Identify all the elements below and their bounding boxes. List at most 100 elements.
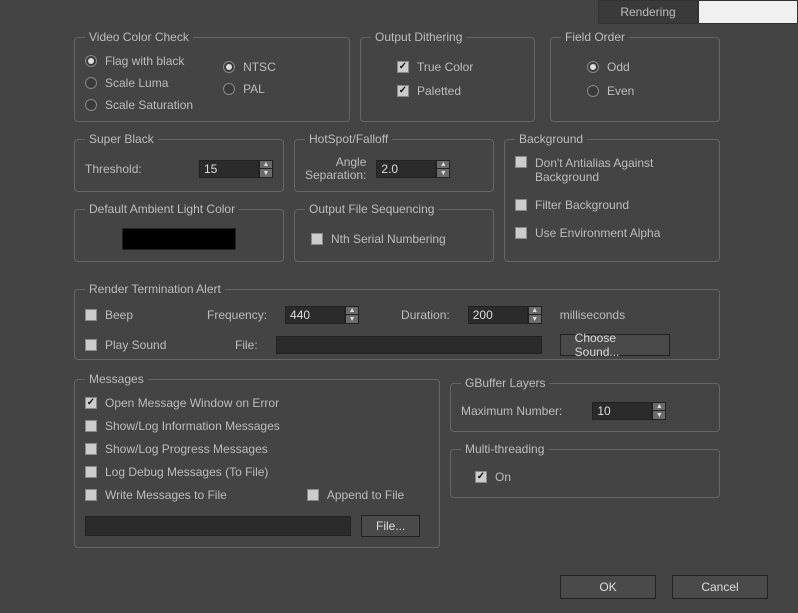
- radio-pal[interactable]: PAL: [223, 82, 276, 96]
- group-video-color-check: Video Color Check Flag with black Scale …: [74, 30, 350, 122]
- check-label: Write Messages to File: [105, 488, 227, 502]
- radio-even[interactable]: Even: [587, 84, 709, 98]
- legend-hotspot: HotSpot/Falloff: [305, 132, 392, 146]
- check-label: On: [495, 470, 511, 484]
- duration-input[interactable]: [468, 306, 528, 324]
- spinner-up-icon[interactable]: ▲: [345, 306, 359, 315]
- check-show-progress[interactable]: Show/Log Progress Messages: [85, 442, 429, 456]
- check-filter-background[interactable]: Filter Background: [515, 198, 709, 212]
- spinner-up-icon[interactable]: ▲: [259, 160, 273, 169]
- check-paletted[interactable]: Paletted: [397, 84, 524, 98]
- check-nth-serial[interactable]: Nth Serial Numbering: [311, 232, 483, 246]
- radio-label: NTSC: [243, 60, 276, 74]
- legend-ambient: Default Ambient Light Color: [85, 202, 239, 216]
- check-use-env-alpha[interactable]: Use Environment Alpha: [515, 226, 709, 240]
- check-label: Beep: [105, 308, 133, 322]
- legend-video-color-check: Video Color Check: [85, 30, 193, 44]
- check-label: Show/Log Progress Messages: [105, 442, 268, 456]
- frequency-input[interactable]: [285, 306, 345, 324]
- spinner-down-icon[interactable]: ▼: [436, 169, 450, 178]
- legend-super-black: Super Black: [85, 132, 158, 146]
- radio-odd[interactable]: Odd: [587, 60, 709, 74]
- check-write-to-file[interactable]: Write Messages to File: [85, 488, 227, 502]
- check-mt-on[interactable]: On: [475, 470, 709, 484]
- check-label: Append to File: [327, 488, 404, 502]
- file-label: File:: [235, 338, 258, 352]
- spinner-up-icon[interactable]: ▲: [652, 402, 666, 411]
- max-number-spinner[interactable]: ▲ ▼: [592, 402, 666, 420]
- check-beep[interactable]: Beep: [85, 308, 185, 322]
- threshold-input[interactable]: [199, 160, 259, 178]
- check-label: Show/Log Information Messages: [105, 419, 280, 433]
- spinner-up-icon[interactable]: ▲: [436, 160, 450, 169]
- frequency-label: Frequency:: [207, 308, 267, 322]
- ok-button[interactable]: OK: [560, 575, 656, 599]
- legend-messages: Messages: [85, 372, 148, 386]
- radio-label: Scale Luma: [105, 76, 168, 90]
- radio-label: PAL: [243, 82, 265, 96]
- max-number-input[interactable]: [592, 402, 652, 420]
- duration-label: Duration:: [401, 308, 450, 322]
- radio-label: Flag with black: [105, 54, 184, 68]
- legend-output-dithering: Output Dithering: [371, 30, 466, 44]
- angle-sep-input[interactable]: [376, 160, 436, 178]
- check-play-sound[interactable]: Play Sound: [85, 338, 185, 352]
- sound-file-input[interactable]: [276, 336, 542, 354]
- check-label: Play Sound: [105, 338, 166, 352]
- legend-rta: Render Termination Alert: [85, 282, 225, 296]
- check-dont-antialias[interactable]: Don't Antialias Against Background: [515, 156, 709, 184]
- check-label: Nth Serial Numbering: [331, 232, 446, 246]
- threshold-spinner[interactable]: ▲ ▼: [199, 160, 273, 178]
- spinner-down-icon[interactable]: ▼: [259, 169, 273, 178]
- radio-scale-saturation[interactable]: Scale Saturation: [85, 98, 193, 112]
- group-background: Background Don't Antialias Against Backg…: [504, 132, 720, 262]
- ambient-color-swatch[interactable]: [122, 228, 236, 250]
- group-ambient-color: Default Ambient Light Color: [74, 202, 284, 262]
- check-open-on-error[interactable]: Open Message Window on Error: [85, 396, 429, 410]
- check-label: Open Message Window on Error: [105, 396, 279, 410]
- legend-mt: Multi-threading: [461, 442, 548, 456]
- group-output-dithering: Output Dithering True Color Paletted: [360, 30, 535, 122]
- check-label: Use Environment Alpha: [535, 226, 660, 240]
- group-super-black: Super Black Threshold: ▲ ▼: [74, 132, 284, 192]
- group-field-order: Field Order Odd Even: [550, 30, 720, 122]
- tab-other[interactable]: [698, 0, 798, 24]
- messages-file-button[interactable]: File...: [361, 515, 420, 537]
- spinner-down-icon[interactable]: ▼: [345, 315, 359, 324]
- radio-ntsc[interactable]: NTSC: [223, 60, 276, 74]
- legend-field-order: Field Order: [561, 30, 629, 44]
- legend-background: Background: [515, 132, 587, 146]
- legend-ofs: Output File Sequencing: [305, 202, 438, 216]
- radio-flag-with-black[interactable]: Flag with black: [85, 54, 193, 68]
- radio-label: Odd: [607, 60, 630, 74]
- group-multi-threading: Multi-threading On: [450, 442, 720, 498]
- choose-sound-button[interactable]: Choose Sound...: [560, 334, 670, 356]
- check-label: True Color: [417, 60, 473, 74]
- spinner-down-icon[interactable]: ▼: [528, 315, 542, 324]
- spinner-up-icon[interactable]: ▲: [528, 306, 542, 315]
- radio-scale-luma[interactable]: Scale Luma: [85, 76, 193, 90]
- messages-file-input[interactable]: [85, 516, 351, 536]
- check-append-to-file[interactable]: Append to File: [307, 488, 404, 502]
- group-hotspot-falloff: HotSpot/Falloff Angle Separation: ▲ ▼: [294, 132, 494, 192]
- duration-spinner[interactable]: ▲ ▼: [468, 306, 542, 324]
- group-render-termination-alert: Render Termination Alert Beep Frequency:…: [74, 282, 720, 360]
- frequency-spinner[interactable]: ▲ ▼: [285, 306, 359, 324]
- check-label: Log Debug Messages (To File): [105, 465, 268, 479]
- check-label: Don't Antialias Against Background: [535, 156, 695, 184]
- angle-sep-spinner[interactable]: ▲ ▼: [376, 160, 450, 178]
- spinner-down-icon[interactable]: ▼: [652, 411, 666, 420]
- check-show-info[interactable]: Show/Log Information Messages: [85, 419, 429, 433]
- ms-label: milliseconds: [560, 308, 625, 322]
- group-messages: Messages Open Message Window on Error Sh…: [74, 372, 440, 548]
- check-label: Paletted: [417, 84, 461, 98]
- tab-rendering[interactable]: Rendering: [598, 0, 698, 24]
- check-label: Filter Background: [535, 198, 629, 212]
- threshold-label: Threshold:: [85, 162, 142, 176]
- max-number-label: Maximum Number:: [461, 404, 562, 418]
- check-true-color[interactable]: True Color: [397, 60, 524, 74]
- check-log-debug[interactable]: Log Debug Messages (To File): [85, 465, 429, 479]
- radio-label: Even: [607, 84, 634, 98]
- group-output-file-sequencing: Output File Sequencing Nth Serial Number…: [294, 202, 494, 262]
- cancel-button[interactable]: Cancel: [672, 575, 768, 599]
